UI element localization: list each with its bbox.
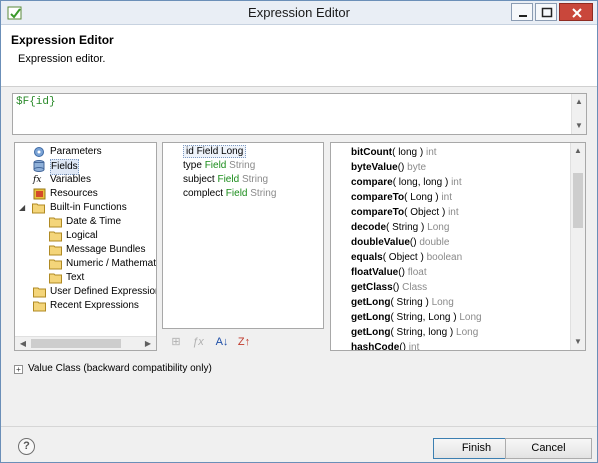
folder-icon bbox=[49, 231, 62, 242]
method-item[interactable]: compareTo( Long ) int bbox=[351, 190, 452, 205]
folder-icon bbox=[33, 287, 46, 298]
folder-icon bbox=[49, 259, 62, 270]
add-to-expression-icon[interactable]: ⊞ bbox=[167, 334, 185, 350]
folder-icon bbox=[33, 301, 46, 312]
method-item[interactable]: getLong( String, Long ) Long bbox=[351, 310, 482, 325]
fx-icon: fx bbox=[33, 175, 42, 185]
close-icon bbox=[572, 8, 582, 18]
method-item[interactable]: compare( long, long ) int bbox=[351, 175, 462, 190]
fields-toolbar: ⊞ ƒx A↓ Z↑ bbox=[167, 334, 267, 350]
parameters-icon bbox=[34, 147, 44, 157]
method-item[interactable]: decode( String ) Long bbox=[351, 220, 449, 235]
value-class-section[interactable]: Value Class (backward compatibility only… bbox=[28, 363, 212, 374]
tree-horizontal-scrollbar[interactable]: ◀ ▶ bbox=[15, 336, 156, 350]
method-item[interactable]: equals( Object ) boolean bbox=[351, 250, 462, 265]
footer-divider bbox=[1, 426, 597, 427]
category-tree[interactable]: Parameters Fields fx Variables Resources… bbox=[14, 142, 157, 351]
fx-disabled-icon[interactable]: ƒx bbox=[189, 334, 207, 350]
maximize-icon bbox=[541, 7, 553, 18]
expression-text[interactable]: $F{id} bbox=[16, 96, 56, 108]
sort-descending-icon[interactable]: Z↑ bbox=[235, 334, 253, 350]
method-item[interactable]: floatValue() float bbox=[351, 265, 427, 280]
list-item[interactable]: subject Field String bbox=[183, 173, 268, 187]
scroll-up-icon[interactable]: ▲ bbox=[571, 144, 585, 158]
folder-icon bbox=[49, 217, 62, 228]
dialog-description: Expression editor. bbox=[18, 53, 106, 65]
scroll-down-icon[interactable]: ▼ bbox=[571, 335, 585, 349]
method-item[interactable]: compareTo( Object ) int bbox=[351, 205, 459, 220]
resources-icon bbox=[33, 188, 46, 200]
title-bar: Expression Editor bbox=[1, 1, 597, 25]
collapse-icon[interactable]: ◢ bbox=[19, 201, 25, 215]
method-item[interactable]: bitCount( long ) int bbox=[351, 145, 437, 160]
minimize-icon bbox=[519, 15, 527, 17]
expand-icon[interactable]: + bbox=[14, 365, 23, 374]
minimize-button[interactable] bbox=[511, 3, 533, 21]
scroll-left-icon[interactable]: ◀ bbox=[16, 337, 30, 350]
list-item[interactable]: complect Field String bbox=[183, 187, 276, 201]
folder-icon bbox=[49, 273, 62, 284]
method-item[interactable]: getLong( String ) Long bbox=[351, 295, 454, 310]
method-item[interactable]: doubleValue() double bbox=[351, 235, 449, 250]
scroll-thumb[interactable] bbox=[31, 339, 121, 348]
cancel-button[interactable]: Cancel bbox=[505, 438, 592, 459]
folder-open-icon bbox=[32, 203, 45, 214]
method-item[interactable]: getClass() Class bbox=[351, 280, 427, 295]
scroll-up-icon[interactable]: ▲ bbox=[572, 95, 586, 109]
method-item[interactable]: getLong( String, long ) Long bbox=[351, 325, 478, 340]
methods-scrollbar[interactable]: ▲ ▼ bbox=[570, 143, 585, 350]
methods-list[interactable]: bitCount( long ) int byteValue() byte comp… bbox=[330, 142, 586, 351]
fields-icon bbox=[33, 160, 45, 172]
list-item[interactable]: type Field String bbox=[183, 159, 255, 173]
method-item[interactable]: hashCode() int bbox=[351, 340, 419, 350]
dialog-header: Expression Editor Expression editor. bbox=[1, 25, 597, 87]
fields-list[interactable]: id Field Long type Field String subject … bbox=[162, 142, 324, 329]
scroll-down-icon[interactable]: ▼ bbox=[572, 119, 586, 133]
expression-editor-window: Expression Editor Expression Editor Expr… bbox=[0, 0, 598, 463]
scroll-right-icon[interactable]: ▶ bbox=[141, 337, 155, 350]
sort-ascending-icon[interactable]: A↓ bbox=[213, 334, 231, 350]
method-item[interactable]: byteValue() byte bbox=[351, 160, 426, 175]
help-icon[interactable]: ? bbox=[18, 438, 35, 455]
scroll-thumb[interactable] bbox=[573, 173, 583, 228]
maximize-button[interactable] bbox=[535, 3, 557, 21]
window-title: Expression Editor bbox=[248, 5, 350, 20]
close-button[interactable] bbox=[559, 3, 593, 21]
editor-scrollbar[interactable]: ▲ ▼ bbox=[571, 94, 586, 134]
list-item[interactable]: id Field Long bbox=[183, 145, 247, 159]
folder-icon bbox=[49, 245, 62, 256]
expression-input[interactable]: $F{id} ▲ ▼ bbox=[12, 93, 587, 135]
dialog-title: Expression Editor bbox=[11, 33, 114, 47]
